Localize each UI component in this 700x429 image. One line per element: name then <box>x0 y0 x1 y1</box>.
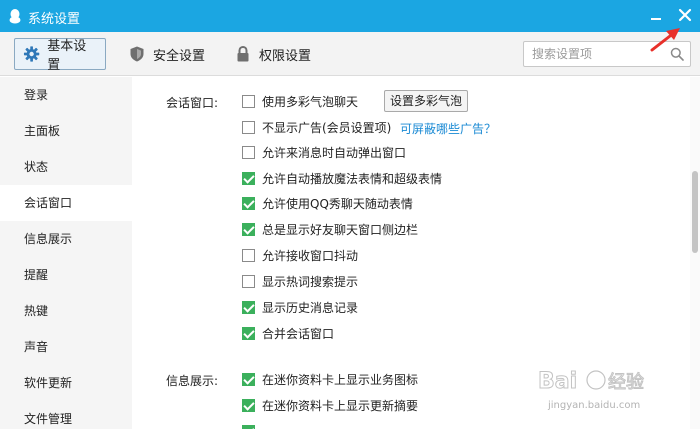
checkbox[interactable] <box>242 372 255 386</box>
option-label: 允许接收窗口抖动 <box>262 248 359 263</box>
option-update-summary[interactable]: 在迷你资料卡上显示更新摘要 <box>242 396 418 414</box>
option-label: 在迷你资料卡上显示更新摘要 <box>262 398 419 413</box>
option-hot-search[interactable]: 显示热词搜索提示 <box>242 272 358 290</box>
option-window-shake[interactable]: 允许接收窗口抖动 <box>242 246 358 264</box>
checkbox[interactable] <box>242 171 255 185</box>
tab-basic-settings[interactable]: 基本设置 <box>14 38 106 73</box>
checkbox[interactable] <box>242 120 255 134</box>
option-label: 显示热词搜索提示 <box>262 274 359 289</box>
option-label: 不显示广告(会员设置项) <box>262 120 392 135</box>
sidebar-item-reminder[interactable]: 提醒 <box>0 257 132 293</box>
close-icon[interactable] <box>676 6 694 24</box>
gear-icon <box>23 46 40 62</box>
sidebar-item-status[interactable]: 状态 <box>0 149 132 185</box>
option-show-sidebar[interactable]: 总是显示好友聊天窗口侧边栏 <box>242 220 418 238</box>
sidebar-item-file-management[interactable]: 文件管理 <box>0 401 132 429</box>
sidebar: 登录 主面板 状态 会话窗口 信息展示 提醒 热键 声音 软件更新 文件管理 <box>0 77 132 429</box>
tab-label: 安全设置 <box>153 48 206 64</box>
section-label-chat-window: 会话窗口: <box>166 96 219 110</box>
sidebar-item-login[interactable]: 登录 <box>0 77 132 113</box>
option-hide-ads[interactable]: 不显示广告(会员设置项) <box>242 118 391 136</box>
checkbox[interactable] <box>242 326 255 340</box>
set-bubble-button[interactable]: 设置多彩气泡 <box>384 90 469 112</box>
checkbox[interactable] <box>242 274 255 288</box>
checkbox[interactable] <box>242 424 255 429</box>
checkbox[interactable] <box>242 300 255 314</box>
option-label: 合并会话窗口 <box>262 326 335 341</box>
title-bar: 系统设置 <box>0 0 700 32</box>
lock-icon <box>237 45 249 62</box>
minimize-button[interactable] <box>648 8 664 24</box>
option-label: 在迷你资料卡上显示业务图标 <box>262 372 419 387</box>
tab-security-settings[interactable]: 安全设置 <box>128 38 205 70</box>
checkbox[interactable] <box>242 222 255 236</box>
sidebar-item-info-display[interactable]: 信息展示 <box>0 221 132 257</box>
checkbox[interactable] <box>242 145 255 159</box>
search-icon[interactable] <box>670 47 684 61</box>
window-title: 系统设置 <box>28 12 81 27</box>
scrollbar-thumb[interactable] <box>692 171 698 253</box>
tab-label: 基本设置 <box>47 39 87 73</box>
option-qqshow-emotes[interactable]: 允许使用QQ秀聊天随动表情 <box>242 194 413 212</box>
option-label: 总是显示好友聊天窗口侧边栏 <box>262 222 419 237</box>
scrollbar[interactable] <box>690 77 700 429</box>
checkbox[interactable] <box>242 196 255 210</box>
checkbox[interactable] <box>242 398 255 412</box>
settings-content: 会话窗口: 使用多彩气泡聊天 设置多彩气泡 不显示广告(会员设置项) 可屏蔽哪些… <box>132 77 690 429</box>
option-auto-play-magic[interactable]: 允许自动播放魔法表情和超级表情 <box>242 169 442 187</box>
sidebar-item-main-panel[interactable]: 主面板 <box>0 113 132 149</box>
option-label: 允许使用QQ秀聊天随动表情 <box>262 196 413 211</box>
search-box <box>523 41 691 67</box>
qq-penguin-icon <box>9 9 21 24</box>
option-label: 使用多彩气泡聊天 <box>262 94 359 109</box>
option-partial-hidden[interactable] <box>242 422 262 429</box>
sidebar-item-sound[interactable]: 声音 <box>0 329 132 365</box>
checkbox[interactable] <box>242 94 255 108</box>
tab-permission-settings[interactable]: 权限设置 <box>234 38 311 70</box>
blockable-ads-link[interactable]: 可屏蔽哪些广告？ <box>400 120 496 137</box>
option-business-icons[interactable]: 在迷你资料卡上显示业务图标 <box>242 370 418 388</box>
option-history-messages[interactable]: 显示历史消息记录 <box>242 298 358 316</box>
option-colorful-bubble[interactable]: 使用多彩气泡聊天 <box>242 92 358 110</box>
option-label: 允许自动播放魔法表情和超级表情 <box>262 171 443 186</box>
sidebar-item-hotkeys[interactable]: 热键 <box>0 293 132 329</box>
section-label-info-display: 信息展示: <box>166 374 219 388</box>
option-auto-popup[interactable]: 允许来消息时自动弹出窗口 <box>242 143 406 161</box>
option-label: 允许来消息时自动弹出窗口 <box>262 145 407 160</box>
option-merge-windows[interactable]: 合并会话窗口 <box>242 324 334 342</box>
sidebar-item-chat-window[interactable]: 会话窗口 <box>0 185 132 221</box>
tab-label: 权限设置 <box>259 48 312 64</box>
option-label: 显示历史消息记录 <box>262 300 359 315</box>
sidebar-item-software-update[interactable]: 软件更新 <box>0 365 132 401</box>
checkbox[interactable] <box>242 248 255 262</box>
shield-icon <box>130 46 144 62</box>
search-input[interactable] <box>524 42 664 66</box>
